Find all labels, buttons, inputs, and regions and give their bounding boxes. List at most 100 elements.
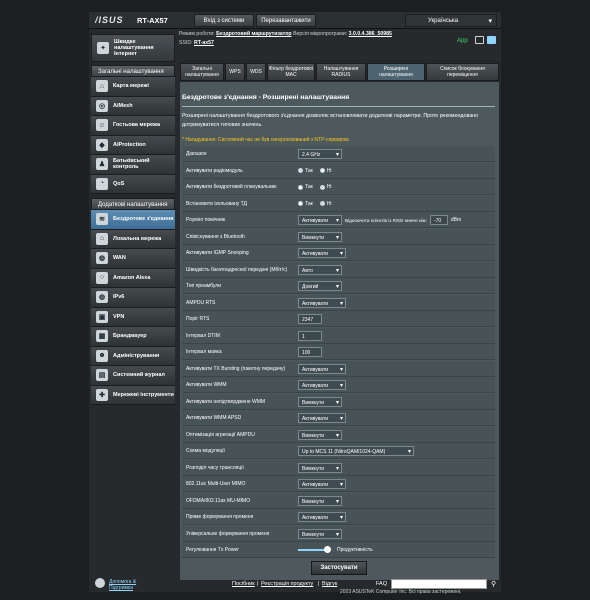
radio-label: Так bbox=[305, 167, 313, 174]
setting-select[interactable]: Вимкнути bbox=[298, 429, 342, 441]
setting-input[interactable]: 2347 bbox=[298, 314, 322, 324]
tab-bar: Загальні налаштування WPS WDS Фільтр без… bbox=[180, 63, 499, 81]
setting-input[interactable]: 100 bbox=[298, 347, 322, 357]
firewall-icon: ▦ bbox=[96, 330, 108, 343]
radio-button[interactable] bbox=[298, 184, 303, 190]
sidebar-item-qos[interactable]: ◔ QoS bbox=[91, 174, 175, 194]
sidebar: ✦ Швидке налаштування Інтернет Загальні … bbox=[91, 34, 175, 434]
help-link[interactable]: Допомога & Підтримка bbox=[109, 579, 149, 591]
sidebar-item-admin[interactable]: ☻ Адміністрування bbox=[91, 346, 175, 366]
slider-knob[interactable] bbox=[324, 546, 331, 553]
setting-select[interactable]: Вимкнути bbox=[298, 495, 342, 507]
sidebar-item-wireless[interactable]: ≋ Бездротове з'єднання bbox=[91, 210, 175, 230]
sidebar-item-label: Локальна мережа bbox=[113, 235, 162, 242]
lan-icon: ⌂ bbox=[96, 232, 108, 245]
feedback-link[interactable]: Відгук bbox=[322, 581, 337, 587]
rssi-unit: dBm bbox=[450, 217, 462, 223]
setting-select[interactable]: Активувати bbox=[298, 297, 346, 309]
wifi-icon: ≋ bbox=[96, 213, 108, 226]
registration-link[interactable]: Реєстрація продукту bbox=[261, 581, 313, 587]
sidebar-item-guest-network[interactable]: ☺ Гостьова мережа bbox=[91, 116, 175, 136]
ntp-warning[interactable]: * Нагадування: Системний час не був синх… bbox=[182, 137, 350, 143]
radio-option[interactable]: Ні bbox=[319, 184, 332, 190]
sidebar-item-tools[interactable]: ✚ Мережеві інструменти bbox=[91, 385, 175, 405]
guest-icon: ☺ bbox=[96, 119, 108, 132]
sidebar-item-firewall[interactable]: ▦ Брандмауер bbox=[91, 327, 175, 347]
shield-icon: ◆ bbox=[96, 138, 108, 151]
manual-link[interactable]: Посібник bbox=[232, 581, 255, 587]
admin-icon: ☻ bbox=[96, 349, 108, 362]
quick-setup-button[interactable]: ✦ Швидке налаштування Інтернет bbox=[91, 34, 175, 62]
sidebar-item-aimesh[interactable]: ◎ AiMesh bbox=[91, 96, 175, 116]
sidebar-item-label: IPv6 bbox=[113, 294, 125, 301]
radio-option[interactable]: Ні bbox=[319, 168, 332, 174]
radio-option[interactable]: Так bbox=[298, 201, 313, 207]
radio-option[interactable]: Ні bbox=[319, 201, 332, 207]
sidebar-item-vpn[interactable]: ▣ VPN bbox=[91, 307, 175, 327]
roaming-select[interactable]: Активувати bbox=[298, 215, 342, 226]
setting-select[interactable]: Активувати bbox=[298, 413, 346, 424]
setting-input[interactable]: 1 bbox=[298, 330, 322, 341]
faq-search-input[interactable] bbox=[391, 579, 487, 589]
sidebar-item-syslog[interactable]: ▤ Системний журнал bbox=[91, 366, 175, 386]
setting-select[interactable]: Up to MCS 11 (NitroQAM/1024-QAM) bbox=[298, 446, 414, 457]
radio-button[interactable] bbox=[298, 168, 303, 173]
network-icon[interactable] bbox=[487, 36, 496, 44]
tab-wds[interactable]: WDS bbox=[246, 63, 266, 81]
setting-value: Активувати bbox=[298, 361, 346, 377]
globe-icon: ◍ bbox=[96, 252, 108, 265]
usb-icon[interactable] bbox=[475, 36, 484, 44]
sidebar-item-alexa[interactable]: ○ Amazon Alexa bbox=[91, 268, 175, 288]
setting-select[interactable]: Вимкнути bbox=[298, 396, 342, 408]
tab-roaming-block[interactable]: Список блокування переміщення bbox=[426, 63, 499, 81]
settings-row: 802.11ac Multi-User MIMO Активувати bbox=[182, 476, 495, 492]
setting-select[interactable]: Вимкнути bbox=[298, 528, 342, 540]
setting-select[interactable]: Активувати bbox=[298, 363, 346, 375]
search-icon[interactable]: ⚲ bbox=[491, 580, 496, 588]
ssid-value: RT-ax57 bbox=[194, 40, 214, 46]
settings-row: Діапазон 2.4 GHz bbox=[182, 146, 495, 162]
tab-mac-filter[interactable]: Фільтр бездротової MAC bbox=[267, 63, 315, 81]
setting-select[interactable]: Активувати bbox=[298, 512, 346, 523]
radio-label: Ні bbox=[326, 184, 332, 190]
setting-select[interactable]: 2.4 GHz bbox=[298, 149, 342, 160]
app-link[interactable]: App bbox=[457, 38, 468, 44]
setting-select[interactable]: Довгий bbox=[298, 281, 342, 292]
radio-button[interactable] bbox=[319, 168, 325, 173]
sidebar-item-lan[interactable]: ⌂ Локальна мережа bbox=[91, 229, 175, 249]
tab-professional[interactable]: Розширені налаштування bbox=[367, 63, 425, 81]
setting-select[interactable]: Вимкнути bbox=[298, 462, 342, 474]
setting-select[interactable]: Авто bbox=[298, 264, 342, 276]
sidebar-item-wan[interactable]: ◍ WAN bbox=[91, 249, 175, 269]
setting-select[interactable]: Активувати bbox=[298, 248, 346, 259]
sidebar-item-label: Amazon Alexa bbox=[113, 274, 151, 281]
mode-value[interactable]: Бездротовий маршрутизатор bbox=[216, 31, 291, 37]
sidebar-item-network-map[interactable]: ⌂ Карта мережі bbox=[91, 77, 175, 97]
setting-select[interactable]: Активувати bbox=[298, 479, 346, 490]
tab-general[interactable]: Загальні налаштування bbox=[180, 63, 224, 81]
radio-option[interactable]: Так bbox=[298, 184, 313, 190]
sidebar-item-ipv6[interactable]: ◍ IPv6 bbox=[91, 288, 175, 308]
radio-option[interactable]: Так bbox=[298, 168, 313, 174]
reboot-button[interactable]: Перезавантажити bbox=[256, 14, 316, 27]
rssi-input[interactable]: -70 bbox=[429, 215, 448, 225]
radio-button[interactable] bbox=[319, 201, 325, 206]
fw-value[interactable]: 3.0.0.4.386_50985 bbox=[349, 31, 392, 37]
tab-radius[interactable]: Налаштування RADIUS bbox=[316, 63, 366, 81]
tx-power-slider[interactable] bbox=[298, 546, 331, 553]
logout-button[interactable]: Вхід з системи bbox=[194, 14, 254, 27]
apply-button[interactable]: Застосувати bbox=[311, 561, 367, 575]
tab-wps[interactable]: WPS bbox=[225, 63, 245, 81]
sidebar-item-aiprotection[interactable]: ◆ AiProtection bbox=[91, 135, 175, 155]
setting-select[interactable]: Активувати bbox=[298, 380, 346, 391]
setting-select[interactable]: Вимкнути bbox=[298, 231, 342, 243]
sidebar-item-label: Системний журнал bbox=[113, 372, 165, 379]
sidebar-item-parental[interactable]: ♟ Батьківський контроль bbox=[91, 155, 175, 175]
radio-button[interactable] bbox=[319, 184, 325, 190]
radio-button[interactable] bbox=[298, 201, 303, 206]
language-select[interactable]: Українська bbox=[405, 14, 497, 28]
setting-label: Діапазон bbox=[186, 151, 207, 157]
network-map-icon: ⌂ bbox=[96, 80, 108, 93]
mode-label: Режим роботи: bbox=[179, 31, 215, 37]
quick-setup-label: Швидке налаштування Інтернет bbox=[114, 39, 154, 57]
